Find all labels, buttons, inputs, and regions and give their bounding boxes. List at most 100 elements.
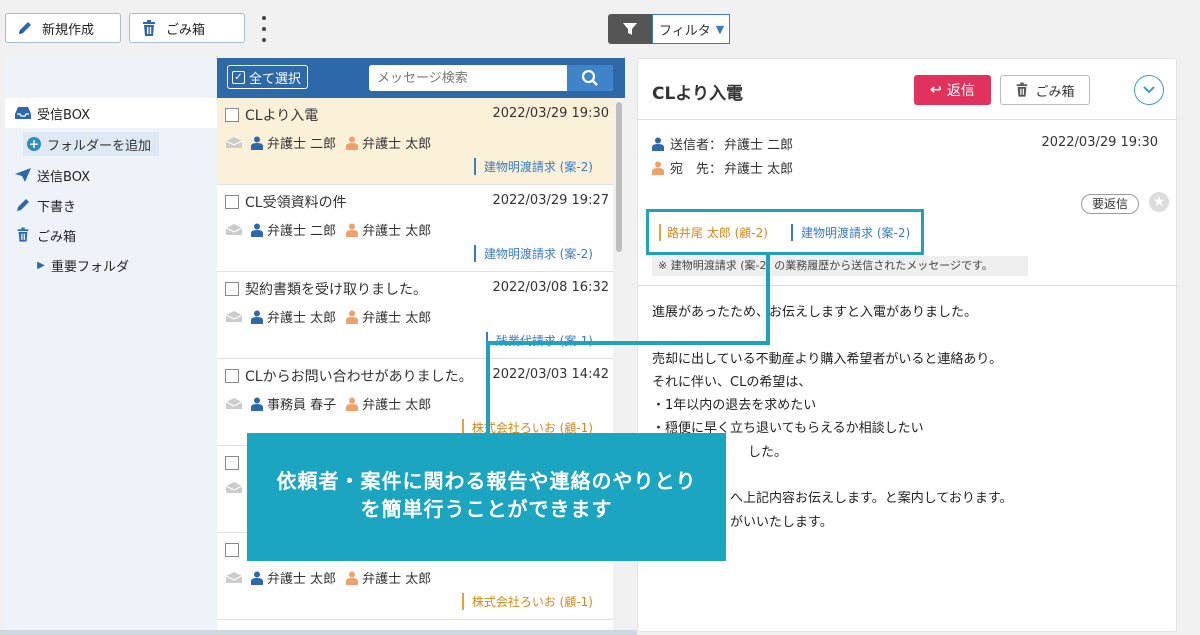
filter-icon[interactable] xyxy=(608,14,652,44)
trash-icon xyxy=(140,19,158,37)
filter-control[interactable]: フィルタ ▼ xyxy=(608,14,730,44)
body-line: ・1年以内の退去を求めたい xyxy=(652,398,817,414)
callout-connector xyxy=(766,254,770,345)
sender: 弁護士 太郎 xyxy=(251,307,336,326)
message-date: 2022/03/29 19:27 xyxy=(492,193,609,208)
new-message-button[interactable]: 新規作成 xyxy=(5,13,121,43)
matter-tag[interactable]: 建物明渡請求 (案-2) xyxy=(473,158,593,175)
scrollbar-thumb[interactable] xyxy=(616,102,622,252)
trash-icon xyxy=(1017,82,1028,97)
sidebar-item-label: 受信BOX xyxy=(37,107,90,123)
recipient-name: 弁護士 太郎 xyxy=(362,311,432,326)
sidebar-item-inbox[interactable]: 受信BOX xyxy=(5,98,217,128)
message-list-header: ✓ 全て選択 xyxy=(217,58,625,98)
row-checkbox[interactable] xyxy=(225,108,239,122)
row-checkbox[interactable] xyxy=(225,369,239,383)
search-input[interactable] xyxy=(369,65,567,91)
recipient-name: 弁護士 太郎 xyxy=(362,137,432,152)
message-row[interactable]: 契約書類を受け取りました。 2022/03/08 16:32 弁護士 太郎 弁護… xyxy=(217,272,613,359)
recipient: 弁護士 太郎 xyxy=(346,394,431,413)
person-blue-icon xyxy=(251,397,263,411)
sender: 弁護士 二郎 xyxy=(251,133,336,152)
person-orange-icon xyxy=(346,310,359,324)
message-search xyxy=(369,65,613,91)
sender-name: 弁護士 二郎 xyxy=(724,138,794,153)
body-line: 売却に出している不動産より購入希望者がいると連絡あり。 xyxy=(652,351,1003,367)
checkbox-icon: ✓ xyxy=(232,70,245,84)
divider xyxy=(638,119,1178,120)
detail-trash-button[interactable]: ごみ箱 xyxy=(1000,75,1090,105)
sidebar-item-label: 送信BOX xyxy=(37,169,90,185)
filter-select[interactable]: フィルタ ▼ xyxy=(652,14,730,44)
message-people: 事務員 春子 弁護士 太郎 xyxy=(225,394,441,413)
sidebar-item-trash[interactable]: ごみ箱 xyxy=(5,220,217,250)
client-tag[interactable]: 株式会社ろいお (顧-1) xyxy=(461,593,593,610)
detail-trash-label: ごみ箱 xyxy=(1035,84,1075,100)
select-all-button[interactable]: ✓ 全て選択 xyxy=(227,65,309,89)
person-orange-icon xyxy=(346,223,359,237)
sidebar-item-sent[interactable]: 送信BOX xyxy=(5,160,217,190)
search-icon xyxy=(581,69,598,86)
pencil-icon xyxy=(16,19,34,37)
message-subject: CLより入電 xyxy=(245,108,319,124)
recipient: 弁護士 太郎 xyxy=(346,220,431,239)
client-tag[interactable]: 路井尾 太郎 (顧-2) xyxy=(659,224,768,241)
filter-label: フィルタ xyxy=(659,23,711,39)
chevron-down-icon[interactable] xyxy=(1134,75,1164,105)
reply-button[interactable]: ↩ 返信 xyxy=(914,75,991,105)
add-folder-button[interactable]: + フォルダーを追加 xyxy=(23,132,160,156)
caret-down-icon: ▼ xyxy=(715,22,725,36)
trash-button[interactable]: ごみ箱 xyxy=(129,13,245,43)
star-icon[interactable]: ★ xyxy=(1149,192,1169,212)
message-row[interactable]: CLより入電 2022/03/29 19:30 弁護士 二郎 弁護士 太郎 建物… xyxy=(217,98,613,185)
sidebar-header xyxy=(5,58,217,98)
detail-date: 2022/03/29 19:30 xyxy=(1041,135,1158,150)
sender-name: 弁護士 二郎 xyxy=(267,224,337,239)
search-button[interactable] xyxy=(567,65,613,91)
person-orange-icon xyxy=(346,136,359,150)
matter-tag[interactable]: 建物明渡請求 (案-2) xyxy=(473,245,593,262)
caret-right-icon: ▶ xyxy=(37,259,45,271)
envelope-open-icon xyxy=(225,224,243,235)
sender: 弁護士 二郎 xyxy=(251,220,336,239)
person-blue-icon xyxy=(652,137,664,151)
recipient: 弁護士 太郎 xyxy=(346,133,431,152)
sidebar-item-important-folder[interactable]: ▶ 重要フォルダ xyxy=(5,250,217,280)
row-checkbox[interactable] xyxy=(225,282,239,296)
callout-connector xyxy=(486,341,770,345)
history-note: ※ 建物明渡請求 (案-2) の業務履歴から送信されたメッセージです。 xyxy=(652,256,1028,276)
top-toolbar: 新規作成 ごみ箱 フィルタ ▼ xyxy=(0,0,1200,58)
need-reply-badge[interactable]: 要返信 xyxy=(1081,194,1140,214)
sender: 事務員 春子 xyxy=(251,394,336,413)
person-orange-icon xyxy=(346,397,359,411)
inbox-icon xyxy=(13,104,33,122)
row-checkbox[interactable] xyxy=(225,543,239,557)
sender: 弁護士 太郎 xyxy=(251,568,336,587)
matter-tag[interactable]: 建物明渡請求 (案-2) xyxy=(791,224,910,241)
reply-label: 返信 xyxy=(946,83,975,99)
sender-name: 弁護士 二郎 xyxy=(267,137,337,152)
more-menu-icon[interactable] xyxy=(258,16,270,42)
message-people: 弁護士 二郎 弁護士 太郎 xyxy=(225,220,441,239)
callout-connector xyxy=(486,343,490,433)
recipient-name: 弁護士 太郎 xyxy=(362,572,432,587)
sidebar-item-label: 重要フォルダ xyxy=(51,259,130,275)
divider xyxy=(638,285,1178,286)
trash-label: ごみ箱 xyxy=(166,22,206,38)
sidebar-item-drafts[interactable]: 下書き xyxy=(5,190,217,220)
person-blue-icon xyxy=(251,223,263,237)
pencil-icon xyxy=(13,196,33,214)
message-subject: CLからお問い合わせがありました。 xyxy=(245,369,473,385)
select-all-label: 全て選択 xyxy=(249,71,302,87)
detail-sender: 送信者： 弁護士 二郎 xyxy=(652,134,793,153)
envelope-open-icon xyxy=(225,482,243,493)
row-checkbox[interactable] xyxy=(225,456,239,470)
message-row[interactable]: CL受領資料の件 2022/03/29 19:27 弁護士 二郎 弁護士 太郎 … xyxy=(217,185,613,272)
reply-icon: ↩ xyxy=(930,82,942,98)
recipient-name: 弁護士 太郎 xyxy=(724,162,794,177)
person-blue-icon xyxy=(251,310,263,324)
send-icon xyxy=(13,166,33,184)
row-checkbox[interactable] xyxy=(225,195,239,209)
feature-callout: 依頼者・案件に関わる報告や連絡のやりとり を簡単行うことができます xyxy=(247,433,726,561)
new-message-label: 新規作成 xyxy=(42,22,95,38)
